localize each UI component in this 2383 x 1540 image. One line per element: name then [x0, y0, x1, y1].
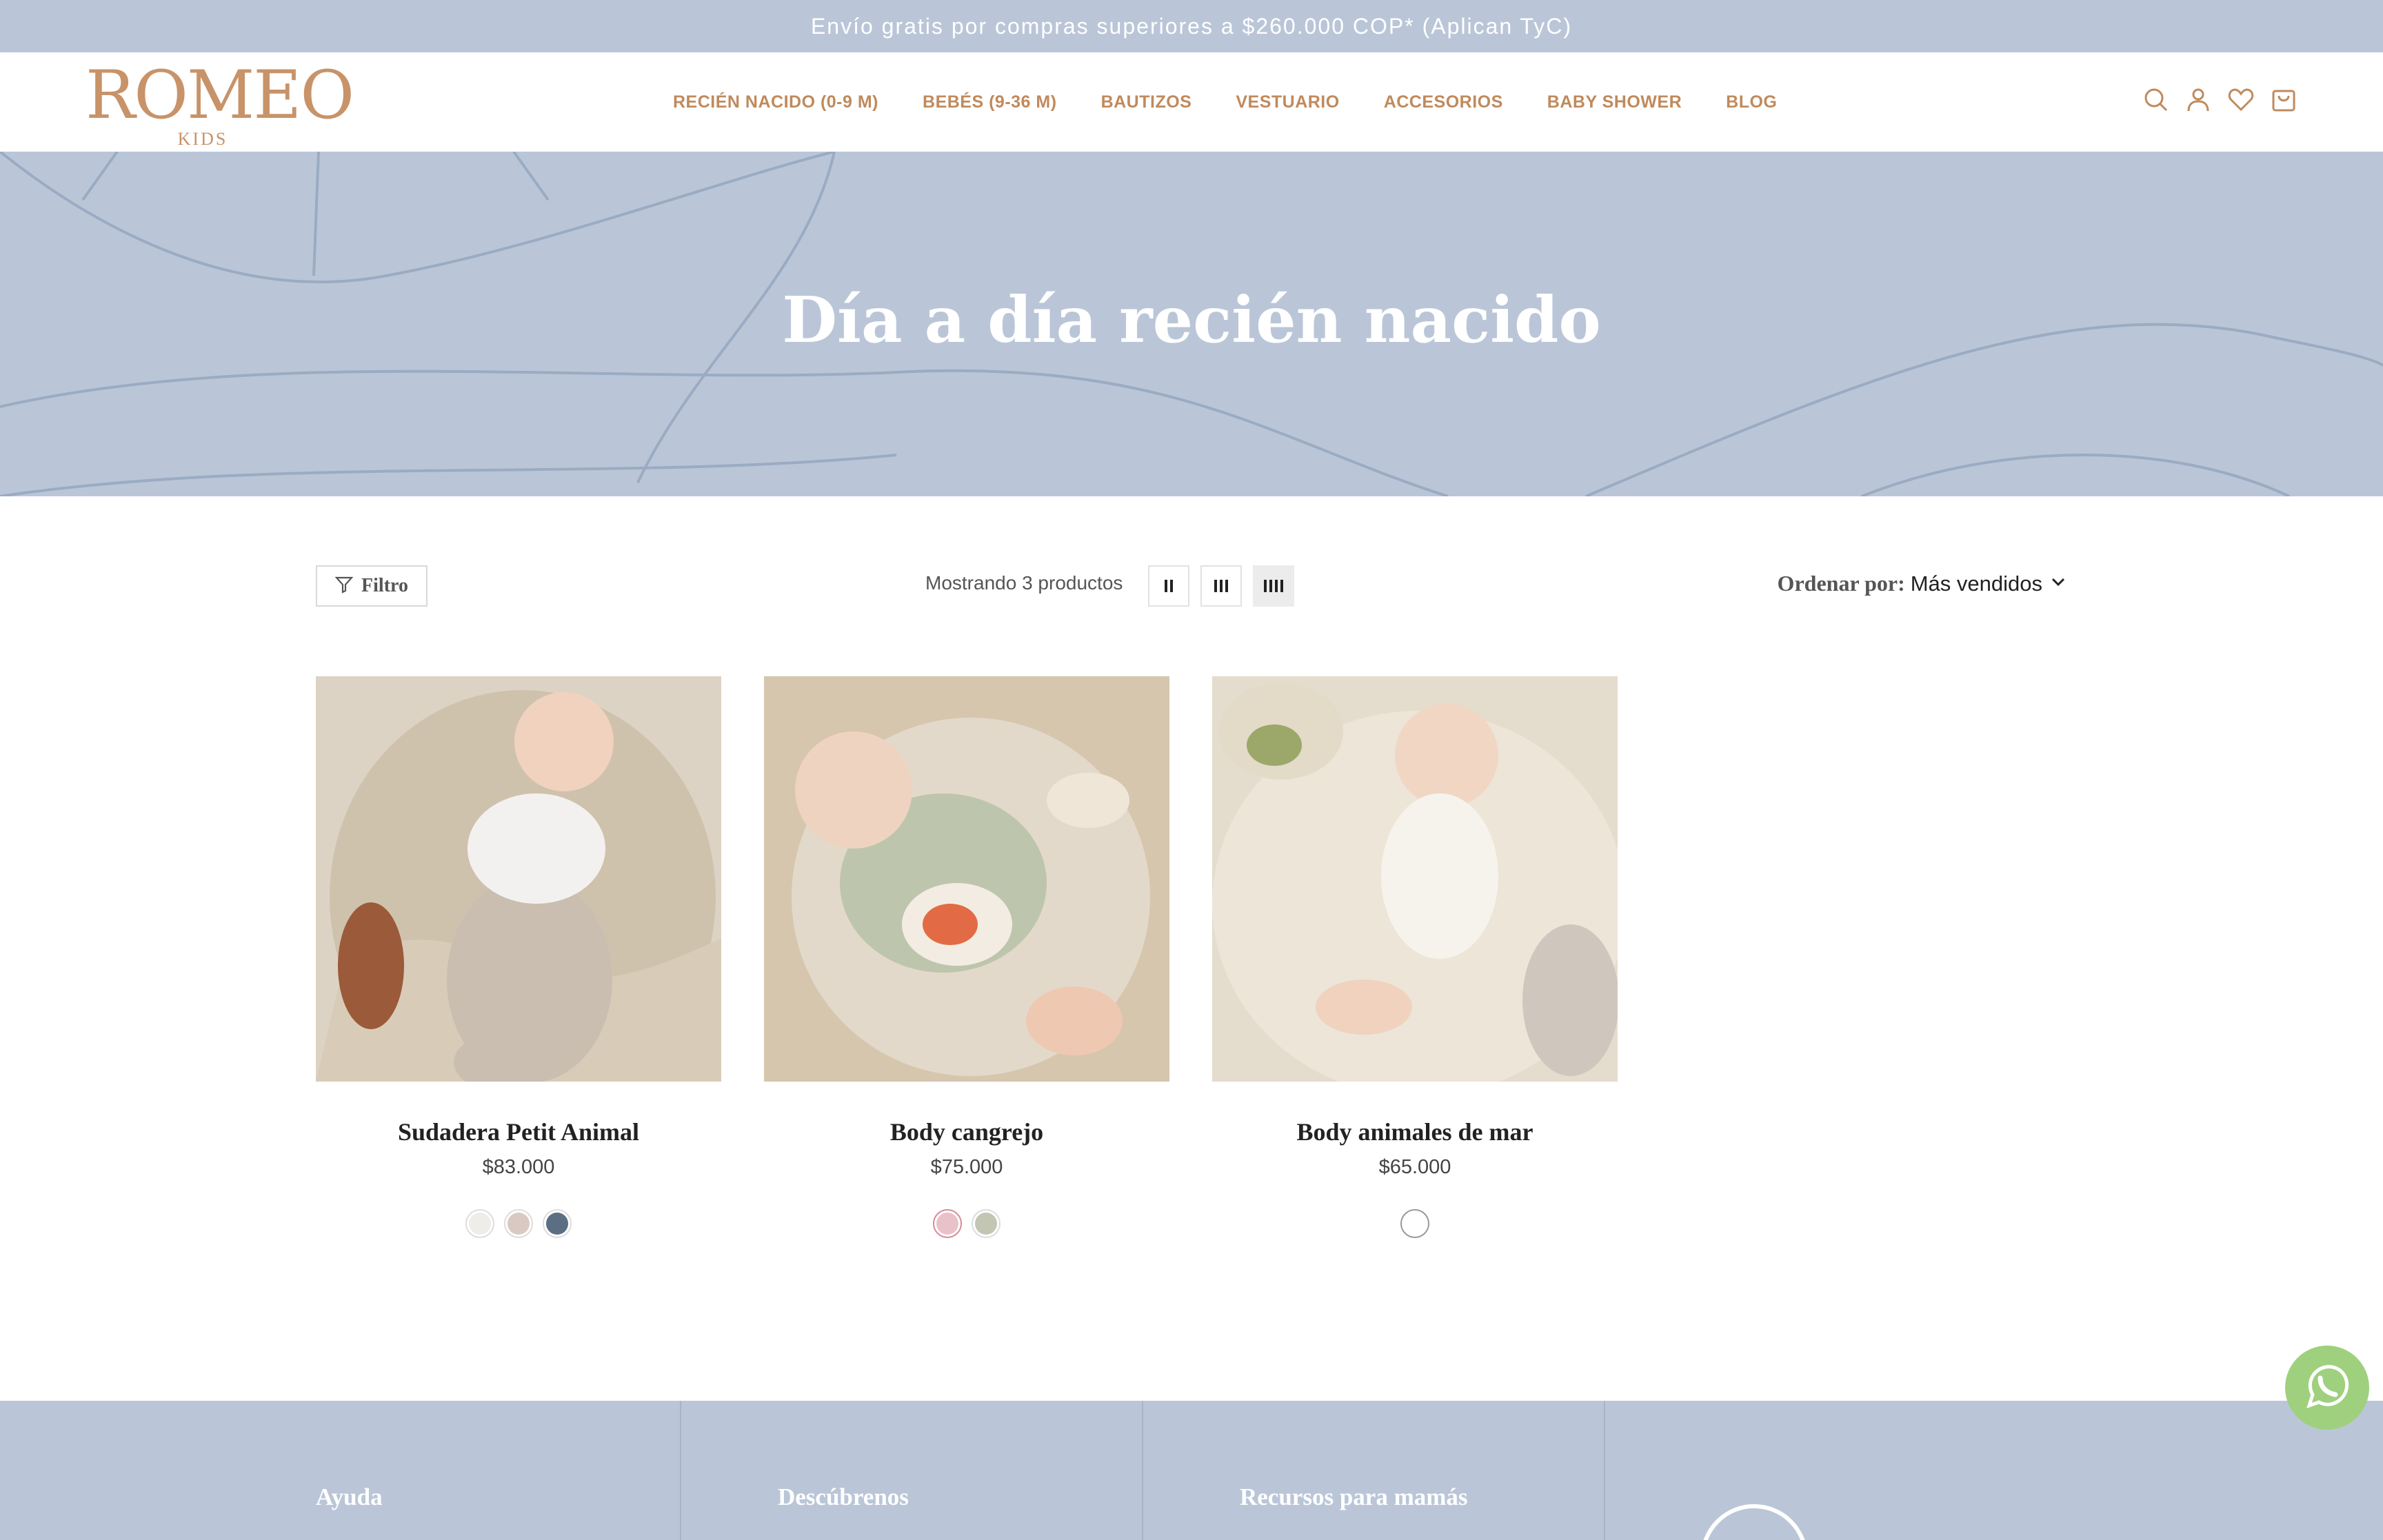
product-name[interactable]: Body animales de mar [1212, 1117, 1618, 1146]
nav-item-recien-nacido[interactable]: RECIÉN NACIDO (0-9 M) [673, 92, 878, 112]
filter-label: Filtro [361, 575, 408, 596]
nav-item-vestuario[interactable]: VESTUARIO [1236, 92, 1339, 112]
footer-divider [1142, 1401, 1143, 1540]
product-name[interactable]: Sudadera Petit Animal [316, 1117, 721, 1146]
announcement-bar: Envío gratis por compras superiores a $2… [0, 0, 2383, 52]
product-toolbar: Filtro Mostrando 3 productos Ordenar por… [0, 496, 2383, 676]
cart-icon[interactable] [2270, 85, 2297, 113]
nav-item-baby-shower[interactable]: BABY SHOWER [1547, 92, 1682, 112]
product-price: $65.000 [1378, 1156, 1451, 1178]
footer-divider [680, 1401, 681, 1540]
color-swatches [316, 1209, 721, 1238]
product-card: Body cangrejo $75.000 [764, 676, 1169, 1238]
product-card: Body animales de mar $65.000 [1212, 676, 1618, 1238]
two-columns-icon [1165, 580, 1173, 592]
product-image[interactable] [316, 676, 721, 1082]
main-nav: RECIÉN NACIDO (0-9 M) BEBÉS (9-36 M) BAU… [673, 88, 1777, 116]
site-footer: Ayuda Descúbrenos Recursos para mamás [0, 1401, 2383, 1540]
whatsapp-button[interactable] [2285, 1346, 2369, 1430]
product-image[interactable] [764, 676, 1169, 1082]
user-icon[interactable] [2184, 85, 2212, 113]
color-swatch[interactable] [1400, 1209, 1429, 1238]
filter-button[interactable]: Filtro [316, 565, 428, 607]
color-swatch[interactable] [543, 1209, 572, 1238]
three-columns-icon [1214, 580, 1228, 592]
product-price: $83.000 [482, 1156, 555, 1178]
logo[interactable]: ROMEO KIDS [86, 57, 354, 149]
search-icon[interactable] [2142, 85, 2169, 113]
announcement-text: Envío gratis por compras superiores a $2… [810, 13, 1573, 39]
footer-badge-icon [1700, 1504, 1808, 1540]
logo-wordmark: ROMEO [86, 57, 354, 134]
footer-divider [1604, 1401, 1605, 1540]
view-2-columns-button[interactable] [1148, 565, 1189, 607]
hero-banner: Día a día recién nacido [0, 152, 2383, 496]
product-image[interactable] [1212, 676, 1618, 1082]
color-swatches [764, 1209, 1169, 1238]
product-name[interactable]: Body cangrejo [764, 1117, 1169, 1146]
four-columns-icon [1264, 580, 1283, 592]
color-swatch[interactable] [972, 1209, 1001, 1238]
page-title: Día a día recién nacido [782, 283, 1601, 357]
heart-icon[interactable] [2227, 85, 2255, 113]
footer-heading-descubrenos: Descúbrenos [778, 1483, 909, 1510]
view-mode-switcher [1148, 565, 1294, 607]
nav-item-accesorios[interactable]: ACCESORIOS [1384, 92, 1503, 112]
sort-label: Ordenar por: [1777, 571, 1905, 596]
site-header: ROMEO KIDS RECIÉN NACIDO (0-9 M) BEBÉS (… [0, 52, 2383, 152]
color-swatch[interactable] [504, 1209, 533, 1238]
view-4-columns-button[interactable] [1253, 565, 1294, 607]
sort-dropdown[interactable]: Ordenar por: Más vendidos [1778, 571, 2069, 596]
color-swatch[interactable] [465, 1209, 494, 1238]
color-swatches [1212, 1209, 1618, 1238]
results-count: Mostrando 3 productos [925, 572, 1123, 594]
chevron-down-icon [2048, 571, 2069, 596]
nav-item-bautizos[interactable]: BAUTIZOS [1101, 92, 1192, 112]
footer-heading-ayuda: Ayuda [316, 1483, 383, 1510]
product-card: Sudadera Petit Animal $83.000 [316, 676, 721, 1238]
footer-heading-recursos: Recursos para mamás [1240, 1483, 1468, 1510]
filter-icon [334, 576, 354, 597]
whatsapp-icon [2301, 1360, 2353, 1416]
product-price: $75.000 [930, 1156, 1003, 1178]
color-swatch[interactable] [933, 1209, 962, 1238]
header-icons [2142, 85, 2297, 113]
view-3-columns-button[interactable] [1200, 565, 1242, 607]
nav-item-bebes[interactable]: BEBÉS (9-36 M) [923, 92, 1057, 112]
product-grid: Sudadera Petit Animal $83.000 Body cangr… [316, 676, 2067, 1269]
sort-value: Más vendidos [1910, 571, 2042, 596]
nav-item-blog[interactable]: BLOG [1726, 92, 1777, 112]
